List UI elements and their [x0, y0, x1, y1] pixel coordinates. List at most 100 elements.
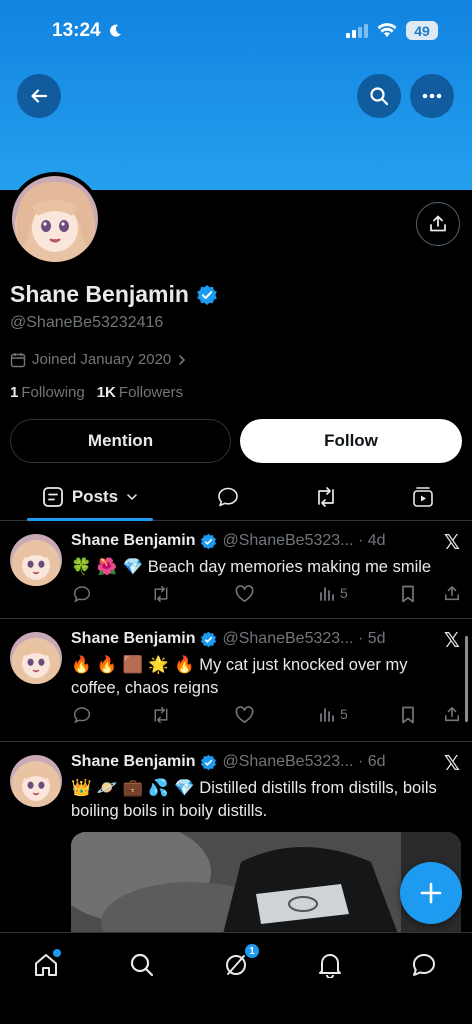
follow-stats: 1 Following 1K Followers: [10, 384, 183, 401]
nav-notifications[interactable]: [312, 947, 348, 983]
profile-name-text: Shane Benjamin: [10, 281, 189, 307]
more-options-button[interactable]: [410, 74, 454, 118]
post-text: 🍀 🌺 💎 Beach day memories making me smile: [71, 555, 461, 579]
status-time-text: 13:24: [52, 20, 101, 41]
view-count: 5: [340, 706, 348, 722]
views-button[interactable]: 5: [319, 706, 348, 722]
post-header: Shane Benjamin @ShaneBe5323... · 6d: [71, 753, 386, 771]
bell-icon: [319, 954, 341, 978]
verified-badge-icon: [201, 754, 217, 770]
cellular-signal-icon: [346, 23, 368, 38]
share-post-button[interactable]: [444, 706, 460, 723]
share-icon: [430, 215, 446, 232]
share-post-button[interactable]: [444, 585, 460, 602]
like-button[interactable]: [235, 585, 254, 603]
nav-grok[interactable]: 1: [218, 943, 260, 983]
profile-tabs: Posts: [0, 473, 472, 521]
x-logo-icon: 𝕏: [443, 532, 460, 554]
anime-avatar-image: [12, 176, 98, 262]
repost-icon: [318, 486, 334, 507]
bookmark-icon: [402, 706, 414, 724]
back-button[interactable]: [17, 74, 61, 118]
like-button[interactable]: [235, 706, 254, 724]
post-actions: 5: [71, 585, 463, 609]
post-emojis: 🍀 🌺 💎: [71, 557, 144, 576]
nav-messages[interactable]: [406, 947, 442, 983]
tab-replies[interactable]: [210, 473, 246, 520]
tab-media[interactable]: [405, 473, 441, 520]
repost-button[interactable]: [151, 706, 171, 724]
post-text: 🔥 🔥 🟫 🌟 🔥 My cat just knocked over my co…: [71, 653, 461, 700]
post-meta: @ShaneBe5323... · 5d: [222, 630, 386, 647]
bar-chart-icon: [320, 708, 334, 722]
status-bar: 13:24 49: [0, 0, 472, 64]
bar-chart-icon: [320, 587, 334, 601]
reply-button[interactable]: [73, 585, 91, 603]
followers-stat[interactable]: 1K Followers: [97, 384, 183, 401]
search-icon: [370, 87, 389, 106]
following-label: Following: [21, 384, 85, 401]
moon-icon: [109, 24, 121, 37]
share-profile-button[interactable]: [416, 202, 460, 246]
post-item[interactable]: Shane Benjamin @ShaneBe5323... · 5d 𝕏 🔥 …: [0, 620, 472, 742]
compose-post-button[interactable]: [400, 862, 462, 924]
view-count: 5: [340, 585, 348, 601]
tab-reposts[interactable]: [308, 473, 344, 520]
joined-date[interactable]: Joined January 2020: [10, 351, 187, 368]
anime-avatar-image: [10, 632, 62, 684]
arrow-left-icon: [31, 89, 48, 103]
anime-avatar-image: [10, 534, 62, 586]
search-icon: [130, 953, 154, 977]
followers-count: 1K: [96, 384, 116, 401]
post-text: 👑 🪐 💼 💦 💎 Distilled distills from distil…: [71, 776, 461, 823]
scrollbar[interactable]: [465, 636, 468, 722]
followers-label: Followers: [118, 384, 184, 401]
following-stat[interactable]: 1 Following: [10, 384, 85, 401]
x-logo-icon: 𝕏: [443, 753, 460, 775]
grok-badge: 1: [244, 943, 260, 959]
tab-posts[interactable]: Posts: [27, 473, 153, 520]
repost-icon: [154, 585, 168, 603]
profile-avatar[interactable]: [8, 172, 102, 266]
reply-icon: [73, 707, 91, 724]
x-logo-icon: 𝕏: [443, 630, 460, 652]
nav-home[interactable]: [28, 947, 64, 983]
verified-badge-icon: [197, 284, 217, 305]
media-video-icon: [413, 486, 433, 507]
nav-search[interactable]: [124, 947, 160, 983]
plus-icon: [420, 882, 442, 904]
more-horizontal-icon: [422, 93, 442, 99]
repost-button[interactable]: [151, 585, 171, 603]
battery-indicator: 49: [406, 21, 438, 40]
profile-handle: @ShaneBe53232416: [10, 314, 164, 331]
wifi-icon: [377, 23, 397, 37]
post-avatar[interactable]: [10, 632, 62, 684]
post-avatar[interactable]: [10, 534, 62, 586]
profile-name: Shane Benjamin: [10, 281, 218, 308]
verified-badge-icon: [201, 631, 217, 647]
post-author-name[interactable]: Shane Benjamin: [71, 532, 195, 550]
post-author-name[interactable]: Shane Benjamin: [71, 630, 195, 648]
share-icon: [444, 706, 460, 722]
reply-button[interactable]: [73, 706, 91, 724]
search-button[interactable]: [357, 74, 401, 118]
bookmark-button[interactable]: [401, 706, 415, 724]
reply-icon: [218, 487, 238, 506]
post-actions: 5: [71, 706, 463, 730]
views-button[interactable]: 5: [319, 585, 348, 601]
status-time: 13:24: [52, 20, 123, 42]
verified-badge-icon: [201, 533, 217, 549]
post-author-name[interactable]: Shane Benjamin: [71, 753, 195, 771]
mention-button[interactable]: Mention: [10, 419, 231, 463]
bookmark-icon: [402, 585, 414, 603]
post-meta: @ShaneBe5323... · 4d: [222, 532, 386, 549]
post-avatar[interactable]: [10, 755, 62, 807]
follow-button[interactable]: Follow: [240, 419, 462, 463]
repost-icon: [154, 706, 168, 724]
post-header: Shane Benjamin @ShaneBe5323... · 5d: [71, 630, 386, 648]
posts-filter-icon: [42, 486, 63, 507]
post-item[interactable]: Shane Benjamin @ShaneBe5323... · 4d 𝕏 🍀 …: [0, 521, 472, 619]
post-meta: @ShaneBe5323... · 6d: [222, 753, 386, 770]
post-body: Beach day memories making me smile: [147, 558, 432, 576]
bookmark-button[interactable]: [401, 585, 415, 603]
